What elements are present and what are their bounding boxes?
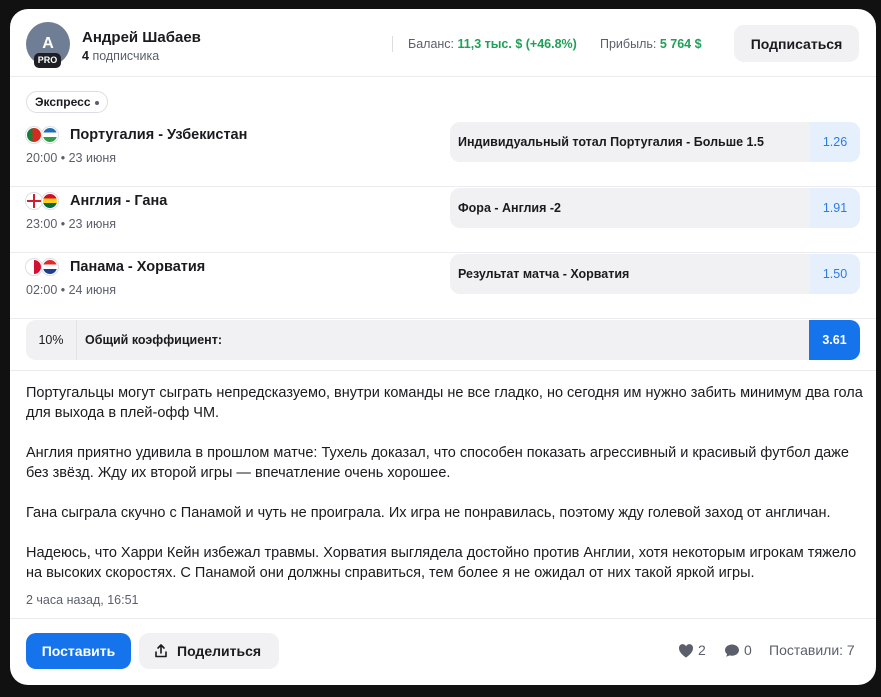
share-button[interactable]: Поделиться [139, 633, 279, 669]
description-paragraph: Португальцы могут сыграть непредсказуемо… [26, 385, 863, 421]
comment-icon [725, 644, 739, 657]
subscribers-count: 4 подписчика [82, 49, 159, 63]
bet-card: A PRO Андрей Шабаев 4 подписчика Баланс:… [10, 9, 876, 685]
post-description: Португальцы могут сыграть непредсказуемо… [26, 383, 866, 603]
posted-time: 2 часа назад, 16:51 [26, 593, 139, 607]
share-icon [155, 644, 167, 658]
pick-button[interactable]: Индивидуальный тотал Португалия - Больше… [450, 122, 860, 162]
stake-percent: 10% [26, 320, 77, 360]
balance-label: Баланс: [408, 37, 455, 51]
bet-type-label: Экспресс [35, 95, 91, 109]
dot-icon [94, 100, 99, 105]
header-divider [392, 36, 393, 52]
match-row: Панама - Хорватия 02:00 • 24 июня Резуль… [10, 253, 876, 319]
match-time: 20:00 • 23 июня [26, 151, 117, 165]
ghana-flag-icon [42, 193, 58, 209]
balance-stat: Баланс: 11,3 тыс. $ (+46.8%) [408, 37, 577, 51]
pick-button[interactable]: Результат матча - Хорватия 1.50 [450, 254, 860, 294]
pick-odds: 1.91 [810, 188, 860, 228]
heart-icon [678, 644, 694, 658]
profit-label: Прибыль: [600, 37, 657, 51]
profit-value: 5 764 $ [659, 37, 702, 51]
subscribe-button[interactable]: Подписаться [734, 25, 859, 62]
match-title[interactable]: Португалия - Узбекистан [70, 127, 247, 143]
card-footer: Поставить Поделиться 2 0 Поставили: 7 [10, 618, 876, 685]
pro-badge: PRO [34, 53, 61, 68]
subscribers-number: 4 [82, 49, 89, 63]
description-paragraph: Надеюсь, что Харри Кейн избежал травмы. … [26, 545, 857, 581]
description-paragraph: Англия приятно удивила в прошлом матче: … [26, 445, 849, 481]
match-row: Англия - Гана 23:00 • 23 июня Фора - Анг… [10, 187, 876, 253]
pick-label: Результат матча - Хорватия [458, 267, 630, 281]
placed-count: Поставили: 7 [769, 642, 855, 658]
match-time: 02:00 • 24 июня [26, 283, 117, 297]
team-flags [26, 127, 62, 143]
pick-odds: 1.26 [810, 122, 860, 162]
card-header: A PRO Андрей Шабаев 4 подписчика Баланс:… [10, 9, 876, 77]
match-title[interactable]: Панама - Хорватия [70, 259, 205, 275]
total-odds-label: Общий коэффициент: [85, 333, 223, 347]
comment-counter[interactable]: 0 [724, 642, 752, 658]
team-flags [26, 193, 62, 209]
bet-type-tag: Экспресс [26, 91, 108, 113]
divider [10, 370, 876, 371]
likes-count: 2 [698, 642, 706, 658]
croatia-flag-icon [42, 259, 58, 275]
england-flag-icon [26, 193, 42, 209]
match-title[interactable]: Англия - Гана [70, 193, 167, 209]
avatar-letter: A [42, 35, 54, 52]
total-odds-bar: 10% Общий коэффициент: 3.61 [26, 320, 860, 360]
team-flags [26, 259, 62, 275]
total-odds-value: 3.61 [809, 320, 860, 360]
pick-label: Фора - Англия -2 [458, 201, 561, 215]
pick-label: Индивидуальный тотал Португалия - Больше… [458, 135, 764, 149]
panama-flag-icon [26, 259, 42, 275]
pick-odds: 1.50 [810, 254, 860, 294]
description-paragraph: Гана сыграла скучно с Панамой и чуть не … [26, 505, 831, 521]
subscribers-label: подписчика [92, 49, 160, 63]
author-name[interactable]: Андрей Шабаев [82, 29, 201, 46]
balance-value: 11,3 тыс. $ (+46.8%) [457, 37, 577, 51]
profit-stat: Прибыль: 5 764 $ [600, 37, 702, 51]
match-time: 23:00 • 23 июня [26, 217, 117, 231]
uzbekistan-flag-icon [42, 127, 58, 143]
share-label: Поделиться [177, 643, 262, 659]
match-row: Португалия - Узбекистан 20:00 • 23 июня … [10, 121, 876, 187]
like-counter[interactable]: 2 [678, 642, 706, 658]
portugal-flag-icon [26, 127, 42, 143]
place-bet-button[interactable]: Поставить [26, 633, 131, 669]
pick-button[interactable]: Фора - Англия -2 1.91 [450, 188, 860, 228]
comments-count: 0 [744, 642, 752, 658]
